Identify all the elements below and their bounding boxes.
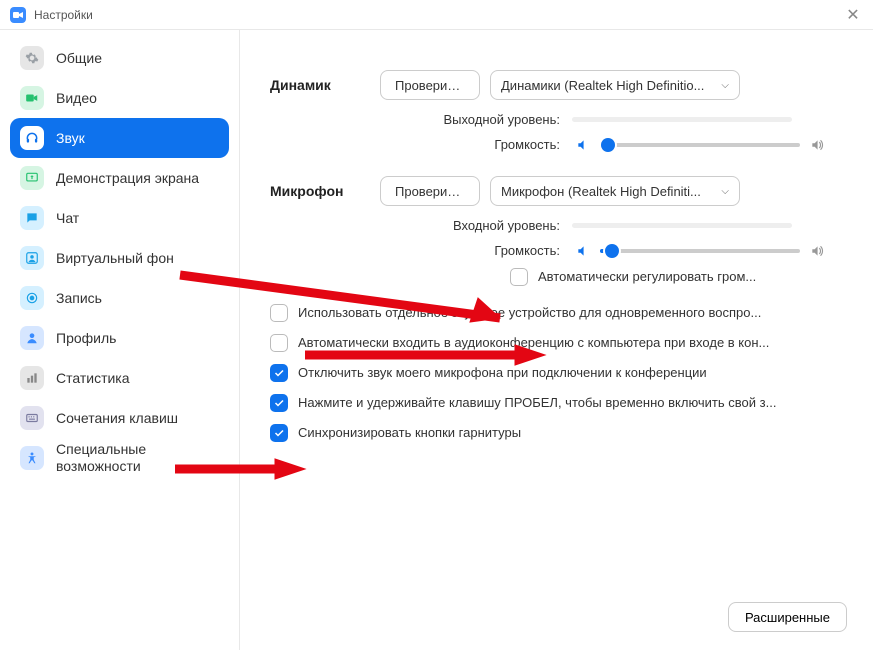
sidebar-item-label: Профиль	[56, 330, 116, 347]
gear-icon	[20, 46, 44, 70]
option-label: Нажмите и удерживайте клавишу ПРОБЕЛ, чт…	[298, 394, 843, 412]
keyboard-icon	[20, 406, 44, 430]
sidebar-item-label: Общие	[56, 50, 102, 67]
option-label: Отключить звук моего микрофона при подкл…	[298, 364, 843, 382]
sidebar-item-share[interactable]: Демонстрация экрана	[10, 158, 229, 198]
option-label: Синхронизировать кнопки гарнитуры	[298, 424, 843, 442]
volume-high-icon	[810, 138, 824, 152]
virtual-bg-icon	[20, 246, 44, 270]
input-level-meter	[572, 223, 792, 228]
headphones-icon	[20, 126, 44, 150]
share-screen-icon	[20, 166, 44, 190]
sidebar-item-audio[interactable]: Звук	[10, 118, 229, 158]
mic-label: Микрофон	[270, 183, 380, 199]
test-speaker-button[interactable]: Проверить ...	[380, 70, 480, 100]
sidebar-item-label: Специальные возможности	[56, 441, 219, 475]
input-level-label: Входной уровень:	[380, 218, 560, 233]
main-panel: Динамик Проверить ... Динамики (Realtek …	[240, 30, 873, 650]
mute-on-join-checkbox[interactable]	[270, 364, 288, 382]
sidebar-item-label: Звук	[56, 130, 85, 147]
sidebar-item-label: Сочетания клавиш	[56, 410, 178, 427]
advanced-button[interactable]: Расширенные	[728, 602, 847, 632]
speaker-volume-label: Громкость:	[380, 137, 560, 152]
option-label: Использовать отдельное звуковое устройст…	[298, 304, 843, 322]
sidebar-item-virtual-bg[interactable]: Виртуальный фон	[10, 238, 229, 278]
accessibility-icon	[20, 446, 44, 470]
sidebar-item-profile[interactable]: Профиль	[10, 318, 229, 358]
sidebar-item-accessibility[interactable]: Специальные возможности	[10, 438, 229, 478]
sidebar-item-video[interactable]: Видео	[10, 78, 229, 118]
speaker-volume-slider[interactable]	[600, 143, 800, 147]
sidebar-item-label: Запись	[56, 290, 102, 307]
chevron-down-icon: ⌵	[721, 186, 729, 197]
volume-low-icon	[576, 138, 590, 152]
sidebar-item-stats[interactable]: Статистика	[10, 358, 229, 398]
chevron-down-icon: ⌵	[721, 80, 729, 91]
video-icon	[20, 86, 44, 110]
mic-device-value: Микрофон (Realtek High Definiti...	[501, 184, 701, 199]
close-icon[interactable]: ✕	[843, 5, 863, 25]
sync-headset-checkbox[interactable]	[270, 424, 288, 442]
audio-options-list: Использовать отдельное звуковое устройст…	[270, 304, 843, 442]
separate-device-checkbox[interactable]	[270, 304, 288, 322]
sidebar-item-general[interactable]: Общие	[10, 38, 229, 78]
chat-icon	[20, 206, 44, 230]
volume-high-icon	[810, 244, 824, 258]
test-mic-button[interactable]: Проверить ...	[380, 176, 480, 206]
mic-volume-label: Громкость:	[380, 243, 560, 258]
sidebar-item-label: Демонстрация экрана	[56, 170, 199, 187]
output-level-label: Выходной уровень:	[380, 112, 560, 127]
sidebar: Общие Видео Звук Демонстрация экрана Чат…	[0, 30, 240, 650]
auto-join-audio-checkbox[interactable]	[270, 334, 288, 352]
option-label: Автоматически входить в аудиоконференцию…	[298, 334, 843, 352]
output-level-meter	[572, 117, 792, 122]
speaker-label: Динамик	[270, 77, 380, 93]
sidebar-item-shortcuts[interactable]: Сочетания клавиш	[10, 398, 229, 438]
window-title: Настройки	[34, 8, 93, 22]
push-to-talk-checkbox[interactable]	[270, 394, 288, 412]
sidebar-item-recording[interactable]: Запись	[10, 278, 229, 318]
volume-low-icon	[576, 244, 590, 258]
profile-icon	[20, 326, 44, 350]
mic-device-select[interactable]: Микрофон (Realtek High Definiti... ⌵	[490, 176, 740, 206]
mic-volume-slider[interactable]	[600, 249, 800, 253]
auto-adjust-mic-label: Автоматически регулировать гром...	[538, 268, 843, 286]
sidebar-item-label: Статистика	[56, 370, 130, 387]
sidebar-item-label: Чат	[56, 210, 79, 227]
sidebar-item-chat[interactable]: Чат	[10, 198, 229, 238]
speaker-device-select[interactable]: Динамики (Realtek High Definitio... ⌵	[490, 70, 740, 100]
sidebar-item-label: Виртуальный фон	[56, 250, 174, 267]
auto-adjust-mic-checkbox[interactable]	[510, 268, 528, 286]
record-icon	[20, 286, 44, 310]
zoom-app-icon	[10, 7, 26, 23]
titlebar: Настройки ✕	[0, 0, 873, 30]
stats-icon	[20, 366, 44, 390]
sidebar-item-label: Видео	[56, 90, 97, 107]
speaker-device-value: Динамики (Realtek High Definitio...	[501, 78, 704, 93]
